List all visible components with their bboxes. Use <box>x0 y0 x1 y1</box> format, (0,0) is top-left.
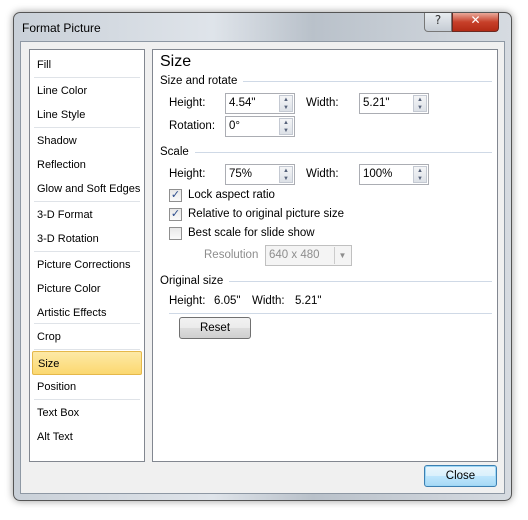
sidebar-item-3-d-format[interactable]: 3-D Format <box>32 203 142 227</box>
sidebar-item-crop[interactable]: Crop <box>32 325 142 349</box>
divider <box>169 313 492 314</box>
sidebar-item-glow-and-soft-edges[interactable]: Glow and Soft Edges <box>32 177 142 201</box>
height-spinner[interactable]: 4.54" ▲ ▼ <box>225 93 295 114</box>
rotation-spinner[interactable]: 0° ▲ ▼ <box>225 116 295 137</box>
scale-height-label: Height: <box>169 168 206 180</box>
sidebar-item-line-style[interactable]: Line Style <box>32 103 142 127</box>
close-window-button[interactable]: ✕ <box>452 13 499 32</box>
sidebar-item-reflection[interactable]: Reflection <box>32 153 142 177</box>
format-picture-dialog: Format Picture ? ✕ Fill Line Color Line St… <box>13 12 512 501</box>
sidebar-item-picture-corrections[interactable]: Picture Corrections <box>32 253 142 277</box>
sidebar-item-alt-text[interactable]: Alt Text <box>32 425 142 449</box>
original-width-value: 5.21" <box>295 295 322 307</box>
relative-size-checkbox[interactable]: ✓ <box>169 208 182 221</box>
size-rotate-group: Size and rotate <box>160 75 492 87</box>
lock-aspect-label[interactable]: Lock aspect ratio <box>188 189 275 201</box>
help-button[interactable]: ? <box>424 13 452 32</box>
best-scale-checkbox[interactable] <box>169 227 182 240</box>
chevron-down-icon[interactable]: ▼ <box>334 247 350 264</box>
spin-arrows-icon[interactable]: ▲ ▼ <box>279 95 293 112</box>
rotation-value[interactable]: 0° <box>229 120 240 132</box>
rotation-label: Rotation: <box>169 120 216 132</box>
scale-height-value[interactable]: 75% <box>229 168 252 180</box>
scale-height-spinner[interactable]: 75% ▲ ▼ <box>225 164 295 185</box>
original-height-label: Height: <box>169 295 206 307</box>
spin-arrows-icon[interactable]: ▲ ▼ <box>279 166 293 183</box>
sidebar-item-fill[interactable]: Fill <box>32 53 142 77</box>
sidebar-item-shadow[interactable]: Shadow <box>32 129 142 153</box>
width-spinner[interactable]: 5.21" ▲ ▼ <box>359 93 429 114</box>
sidebar-item-3-d-rotation[interactable]: 3-D Rotation <box>32 227 142 251</box>
sidebar-item-size[interactable]: Size <box>32 351 142 375</box>
category-list: Fill Line Color Line Style Shadow Reflection… <box>29 49 145 462</box>
dialog-body: Fill Line Color Line Style Shadow Reflection… <box>20 41 505 494</box>
group-title: Size and rotate <box>160 75 238 87</box>
sidebar-item-line-color[interactable]: Line Color <box>32 79 142 103</box>
best-scale-label[interactable]: Best scale for slide show <box>188 227 315 239</box>
category-separator <box>34 201 140 202</box>
sidebar-item-artistic-effects[interactable]: Artistic Effects <box>32 301 142 325</box>
sidebar-item-picture-color[interactable]: Picture Color <box>32 277 142 301</box>
original-size-group: Original size <box>160 275 492 287</box>
relative-size-label[interactable]: Relative to original picture size <box>188 208 344 220</box>
close-button[interactable]: Close <box>424 465 497 487</box>
scale-width-spinner[interactable]: 100% ▲ ▼ <box>359 164 429 185</box>
spin-arrows-icon[interactable]: ▲ ▼ <box>413 166 427 183</box>
spin-arrows-icon[interactable]: ▲ ▼ <box>279 118 293 135</box>
size-panel: Size Size and rotate Height: 4.54" ▲ ▼ Wid… <box>152 49 498 462</box>
category-separator <box>34 251 140 252</box>
category-separator <box>34 349 140 350</box>
spin-arrows-icon[interactable]: ▲ ▼ <box>413 95 427 112</box>
sidebar-item-position[interactable]: Position <box>32 375 142 399</box>
resolution-label: Resolution <box>204 249 259 261</box>
original-width-label: Width: <box>252 295 285 307</box>
group-title: Scale <box>160 146 189 158</box>
category-separator <box>34 77 140 78</box>
category-separator <box>34 127 140 128</box>
height-value[interactable]: 4.54" <box>229 97 255 109</box>
panel-heading: Size <box>160 53 192 70</box>
category-separator <box>34 399 140 400</box>
group-title: Original size <box>160 275 224 287</box>
dialog-title: Format Picture <box>22 21 101 35</box>
width-value[interactable]: 5.21" <box>363 97 389 109</box>
resolution-dropdown[interactable]: 640 x 480 ▼ <box>265 245 352 266</box>
scale-group: Scale <box>160 146 492 158</box>
reset-button[interactable]: Reset <box>179 317 251 339</box>
original-height-value: 6.05" <box>214 295 241 307</box>
resolution-value: 640 x 480 <box>269 249 320 261</box>
scale-width-value[interactable]: 100% <box>363 168 392 180</box>
lock-aspect-checkbox[interactable]: ✓ <box>169 189 182 202</box>
sidebar-item-text-box[interactable]: Text Box <box>32 401 142 425</box>
height-label: Height: <box>169 97 206 109</box>
width-label: Width: <box>306 97 339 109</box>
scale-width-label: Width: <box>306 168 339 180</box>
